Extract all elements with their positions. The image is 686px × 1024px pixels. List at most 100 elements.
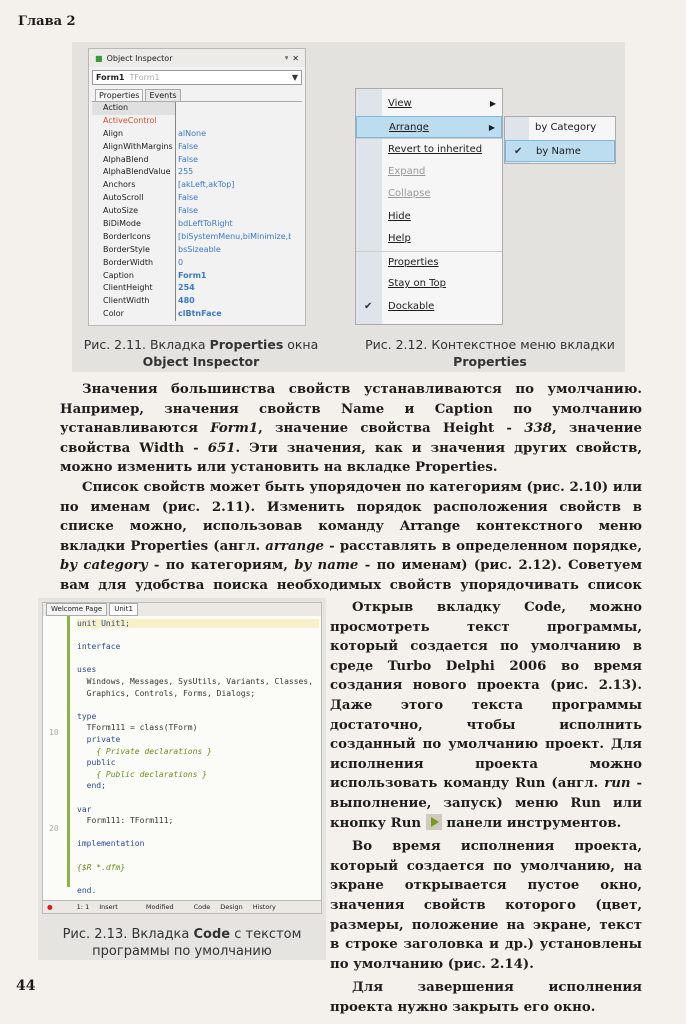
tab-code[interactable]: Code — [194, 903, 211, 911]
property-name: ClientWidth — [92, 295, 176, 309]
property-value[interactable]: 255 — [176, 166, 291, 179]
property-row[interactable]: BorderIcons[biSystemMenu,biMinimize,biMa — [92, 230, 302, 244]
object-inspector-icon: ■ — [95, 53, 103, 63]
property-value[interactable]: False — [176, 141, 291, 154]
close-icon[interactable]: ✕ — [292, 54, 299, 63]
property-row[interactable]: Action — [92, 102, 302, 115]
menu-item-label: Arrange — [389, 121, 429, 133]
property-row[interactable]: AlphaBlend False — [92, 153, 302, 167]
property-value[interactable] — [176, 115, 291, 128]
menu-item-view[interactable]: View ▶ — [356, 93, 502, 116]
property-row[interactable]: Color clBtnFace — [92, 308, 302, 322]
property-row[interactable]: ClientHeight 254 — [92, 282, 302, 296]
property-value[interactable]: False — [176, 192, 291, 205]
check-icon: ✔ — [364, 300, 373, 312]
menu-item-label: by Category — [535, 122, 597, 133]
property-row[interactable]: Caption Form1 — [92, 269, 302, 283]
property-row[interactable]: ClientWidth 480 — [92, 295, 302, 309]
property-row[interactable]: AlphaBlendValue 255 — [92, 166, 302, 180]
text-segment: Form1 — [210, 421, 259, 437]
property-row[interactable]: ActiveControl — [92, 114, 302, 128]
code-line: Form111: TForm111; — [77, 816, 174, 826]
property-value[interactable]: bsSizeable — [176, 244, 291, 257]
property-row[interactable]: BorderStyle bsSizeable — [92, 243, 302, 257]
menu-item-dockable[interactable]: Dockable ✔ — [356, 296, 502, 319]
paragraph-4: Во время исполнения проекта, который соз… — [330, 839, 642, 972]
cursor-position: 1: 1 — [76, 903, 90, 911]
record-icon[interactable]: ● — [47, 903, 53, 911]
property-row[interactable]: Anchors [akLeft,akTop] — [92, 179, 302, 193]
code-line: TForm111 = class(TForm) — [77, 723, 198, 733]
tab-welcome-page[interactable]: Welcome Page — [46, 603, 108, 616]
property-value[interactable]: [biSystemMenu,biMinimize,biMa — [176, 231, 291, 244]
code-line: type — [77, 711, 97, 721]
caption-text: Рис. 2.12. Контекстное меню вкладки — [365, 337, 615, 352]
change-gutter — [67, 616, 70, 887]
property-name: Color — [92, 308, 176, 322]
property-name: AutoScroll — [92, 192, 176, 206]
menu-item-hide[interactable]: Hide — [356, 206, 502, 229]
caption-text: Рис. 2.11. Вкладка — [83, 337, 210, 352]
paragraph-1: Значения большинства свойств устанавлива… — [60, 380, 642, 478]
text-segment: Рис. 2.13. Вкладка — [62, 927, 194, 942]
paragraph-5: Для завершения исполнения проекта нужно … — [330, 980, 642, 1015]
property-row[interactable]: BorderWidth 0 — [92, 256, 302, 270]
check-icon: ✔ — [514, 145, 523, 157]
property-name: AutoSize — [92, 205, 176, 219]
text-segment: run — [604, 776, 631, 792]
chevron-down-icon[interactable]: ▼ — [289, 73, 301, 82]
context-menu: View ▶ Arrange ▶ Revert to inherited Expand Co… — [355, 88, 503, 325]
text-segment: arrange — [265, 538, 324, 554]
property-value[interactable]: 480 — [176, 295, 291, 308]
property-value[interactable]: [akLeft,akTop] — [176, 179, 291, 192]
menu-item-label: Help — [388, 233, 411, 244]
property-value[interactable]: 0 — [176, 257, 291, 270]
menu-item-stay-on-top[interactable]: Stay on Top — [356, 273, 502, 296]
property-row[interactable]: AlignWithMargins False — [92, 140, 302, 154]
property-value[interactable]: False — [176, 205, 291, 218]
menu-item-label: by Name — [536, 145, 581, 157]
property-row[interactable]: Align alNone — [92, 127, 302, 141]
caption-text: окна — [283, 337, 319, 352]
pin-icon[interactable]: ᵠ — [285, 54, 288, 63]
menu-item-properties[interactable]: Properties — [356, 250, 502, 274]
submenu-arrow-icon: ▶ — [489, 99, 496, 108]
property-name: ClientHeight — [92, 282, 176, 296]
menu-item-expand[interactable]: Expand — [356, 161, 502, 184]
menu-item-arrange[interactable]: Arrange ▶ — [356, 115, 502, 138]
property-value[interactable]: clBtnFace — [176, 308, 291, 321]
object-selector[interactable]: Form1 TForm1 ▼ — [92, 70, 302, 85]
line-number: 20 — [49, 824, 59, 833]
property-value[interactable]: 254 — [176, 282, 291, 295]
tab-properties[interactable]: Properties — [95, 89, 144, 101]
property-name: BorderStyle — [92, 243, 176, 257]
text-segment: панели инструментов. — [446, 815, 622, 831]
paragraph-2: Список свойств может быть упорядочен по … — [60, 478, 642, 615]
menu-item-by-category[interactable]: by Category — [505, 117, 615, 140]
property-value[interactable]: Form1 — [176, 270, 291, 283]
property-value[interactable]: False — [176, 154, 291, 167]
menu-item-help[interactable]: Help — [356, 228, 502, 251]
property-row[interactable]: AutoScroll False — [92, 192, 302, 206]
caption-bold: Properties — [453, 354, 527, 369]
submenu-arrow-icon: ▶ — [488, 122, 495, 132]
property-name: BiDiMode — [92, 218, 176, 231]
tab-unit1[interactable]: Unit1 — [109, 603, 138, 616]
code-line: Graphics, Controls, Forms, Dialogs; — [77, 688, 256, 698]
property-value[interactable]: alNone — [176, 128, 291, 141]
menu-item-label: Collapse — [388, 188, 431, 199]
tab-design[interactable]: Design — [220, 903, 242, 911]
caption-bold: Object Inspector — [142, 354, 260, 369]
property-row[interactable]: BiDiMode bdLeftToRight — [92, 218, 302, 231]
menu-item-collapse[interactable]: Collapse — [356, 183, 502, 206]
property-value[interactable]: bdLeftToRight — [176, 218, 291, 231]
property-name: AlphaBlendValue — [92, 166, 176, 180]
property-row[interactable]: AutoSize False — [92, 205, 302, 219]
tab-events[interactable]: Events — [145, 89, 181, 101]
menu-item-revert-to-inherited[interactable]: Revert to inherited — [356, 138, 502, 161]
body-text-right: Открыв вкладку Code, можно просмотреть т… — [330, 598, 642, 1017]
figure-caption-2-11: Рис. 2.11. Вкладка Properties окна Object… — [76, 336, 326, 370]
property-value[interactable] — [176, 102, 291, 115]
menu-item-by-name[interactable]: ✔ by Name — [505, 139, 615, 162]
tab-history[interactable]: History — [253, 903, 276, 911]
